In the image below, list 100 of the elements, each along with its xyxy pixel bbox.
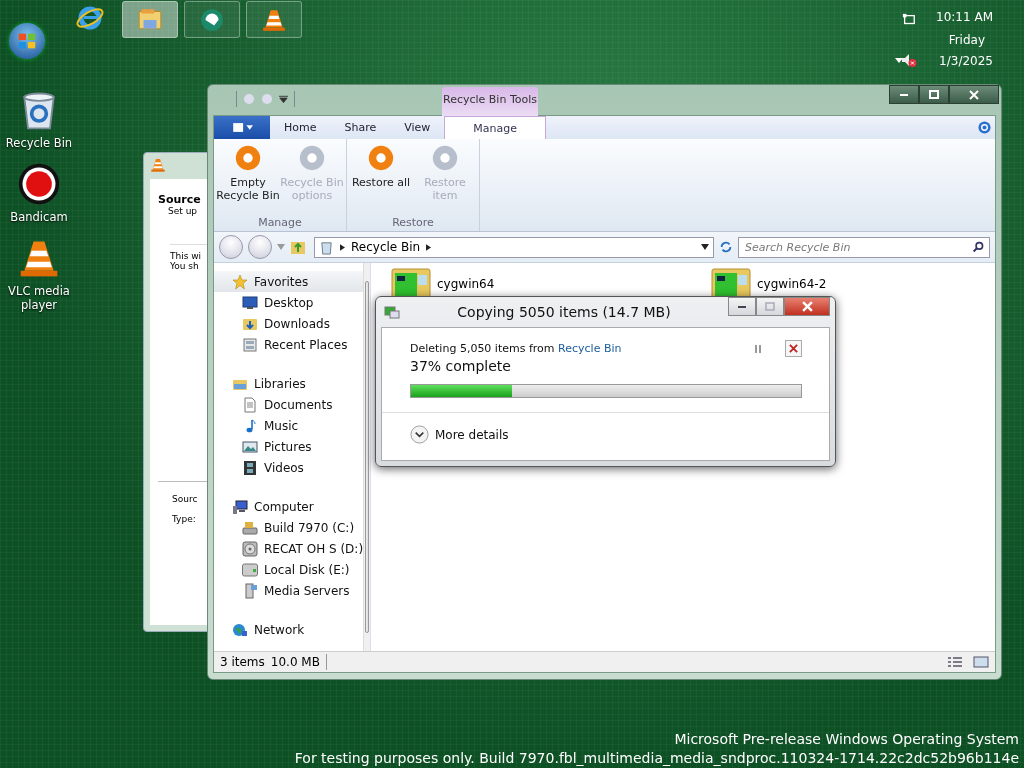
minimize-icon xyxy=(899,93,909,96)
nav-item[interactable]: Network xyxy=(214,619,364,640)
window-icon xyxy=(242,336,258,353)
dialog-title: Copying 5050 items (14.7 MB) xyxy=(456,304,672,320)
close-icon xyxy=(801,301,813,312)
nav-item[interactable]: Libraries xyxy=(214,373,364,394)
disc-icon xyxy=(242,540,258,557)
nav-item[interactable]: Computer xyxy=(214,496,364,517)
refresh-icon[interactable] xyxy=(719,240,733,254)
close-button[interactable] xyxy=(784,297,830,316)
network-icon[interactable] xyxy=(902,13,916,27)
ribbon-tab[interactable]: Manage xyxy=(444,116,547,139)
field-label: Sourc xyxy=(172,494,198,504)
section-subtitle: Set up xyxy=(167,206,199,216)
field-label: Type: xyxy=(172,514,196,524)
build-info-text: Microsoft Pre-release Windows Operating System xyxy=(674,731,1019,747)
chevron-down-icon xyxy=(410,425,429,444)
start-button[interactable] xyxy=(9,23,45,59)
nav-item[interactable]: Music xyxy=(214,415,364,436)
ribbon-command-button[interactable]: Restore all xyxy=(349,143,413,216)
swirl-icon xyxy=(199,6,225,33)
ring-icon xyxy=(233,143,263,173)
desktop-icon-label[interactable]: VLC media player xyxy=(4,284,74,312)
search-box[interactable]: Search Recycle Bin xyxy=(738,236,990,258)
ring-icon xyxy=(366,143,396,173)
contextual-tab-header: Recycle Bin Tools xyxy=(442,87,538,116)
progress-text: 37% complete xyxy=(410,358,512,374)
ribbon-tab[interactable]: Share xyxy=(330,116,391,139)
section-heading: Source xyxy=(158,193,202,206)
ribbon-group-label: Restore xyxy=(392,216,434,229)
caret-icon[interactable] xyxy=(895,58,903,63)
maximize-icon xyxy=(929,90,939,99)
picture-icon xyxy=(242,438,258,455)
ring-icon xyxy=(430,143,460,173)
document-icon xyxy=(242,396,258,413)
nav-item[interactable]: Media Servers xyxy=(214,580,364,601)
maximize-button[interactable] xyxy=(919,85,949,104)
taskbar-button[interactable] xyxy=(246,1,302,38)
film-icon xyxy=(242,459,258,476)
nav-item[interactable]: Favorites xyxy=(214,271,364,292)
nav-item[interactable]: Documents xyxy=(214,394,364,415)
help-icon[interactable] xyxy=(978,121,991,134)
file-menu-button[interactable] xyxy=(214,116,270,139)
caret-icon[interactable] xyxy=(279,95,288,103)
ribbon-command-button[interactable]: Empty Recycle Bin xyxy=(216,143,280,216)
clock-time: 10:11 AM xyxy=(936,10,993,24)
ribbon-tab[interactable]: Home xyxy=(270,116,331,139)
cancel-button[interactable] xyxy=(785,340,802,357)
muted-speaker-icon[interactable] xyxy=(901,52,917,68)
build-info-text: For testing purposes only. Build 7970.fbl_multimedia_media_sndproc.110324-1714.22c2dc52b96b114e xyxy=(294,750,1019,766)
details-view-icon[interactable] xyxy=(947,656,963,668)
panel-text: This wi xyxy=(170,251,203,261)
recycle-bin-icon xyxy=(319,239,334,255)
chevron-icon xyxy=(340,243,345,251)
close-icon xyxy=(789,344,798,353)
server-icon xyxy=(242,582,258,599)
copy-icon xyxy=(384,304,400,320)
nav-item[interactable]: Videos xyxy=(214,457,364,478)
nav-item[interactable]: Pictures xyxy=(214,436,364,457)
nav-item[interactable]: Recent Places xyxy=(214,334,364,355)
nav-item[interactable]: Local Disk (E:) xyxy=(214,559,364,580)
menu-icon xyxy=(231,122,253,133)
drive-icon xyxy=(242,519,258,536)
status-text: 10.0 MB xyxy=(270,655,320,669)
search-field[interactable]: Search Recycle Bin xyxy=(743,239,972,255)
desktop-icon-label[interactable]: Bandicam xyxy=(4,210,74,224)
record-icon[interactable] xyxy=(17,162,61,206)
file-name[interactable]: cygwin64 xyxy=(437,267,495,291)
monitor-icon xyxy=(242,294,258,311)
computer-icon xyxy=(232,498,248,515)
status-text: 3 items xyxy=(220,655,265,669)
clock-date: 1/3/2025 xyxy=(939,54,993,68)
panel-text: You sh xyxy=(170,261,200,271)
nav-item[interactable]: Desktop xyxy=(214,292,364,313)
scrollbar[interactable] xyxy=(363,263,370,651)
pause-icon[interactable] xyxy=(753,343,763,354)
ribbon-group-label: Manage xyxy=(258,216,302,229)
minimize-icon xyxy=(737,305,747,308)
desktop-icon-label[interactable]: Recycle Bin xyxy=(4,136,74,150)
source-link[interactable]: Recycle Bin xyxy=(558,342,622,355)
status-message: Deleting 5,050 items from Recycle Bin xyxy=(410,342,623,355)
minimize-button[interactable] xyxy=(889,85,919,104)
traffic-cone-icon xyxy=(150,157,166,173)
globe-icon xyxy=(232,621,248,638)
file-name[interactable]: cygwin64-2 xyxy=(757,267,827,291)
minimize-button[interactable] xyxy=(728,297,756,316)
caret-icon[interactable] xyxy=(701,244,709,250)
address-bar[interactable]: Recycle Bin xyxy=(314,236,714,258)
breadcrumb[interactable]: Recycle Bin xyxy=(351,240,421,254)
nav-item[interactable]: Build 7970 (C:) xyxy=(214,517,364,538)
nav-item[interactable]: Downloads xyxy=(214,313,364,334)
chevron-icon[interactable] xyxy=(426,243,432,251)
more-details-button[interactable]: More details xyxy=(410,425,509,444)
nav-item[interactable]: RECAT OH S (D:) xyxy=(214,538,364,559)
drive-icon xyxy=(242,561,258,578)
ribbon-tab[interactable]: View xyxy=(390,116,445,139)
close-icon xyxy=(969,89,979,100)
up-folder-icon[interactable] xyxy=(290,239,306,255)
close-button[interactable] xyxy=(949,85,999,104)
taskbar-button[interactable] xyxy=(184,1,240,38)
